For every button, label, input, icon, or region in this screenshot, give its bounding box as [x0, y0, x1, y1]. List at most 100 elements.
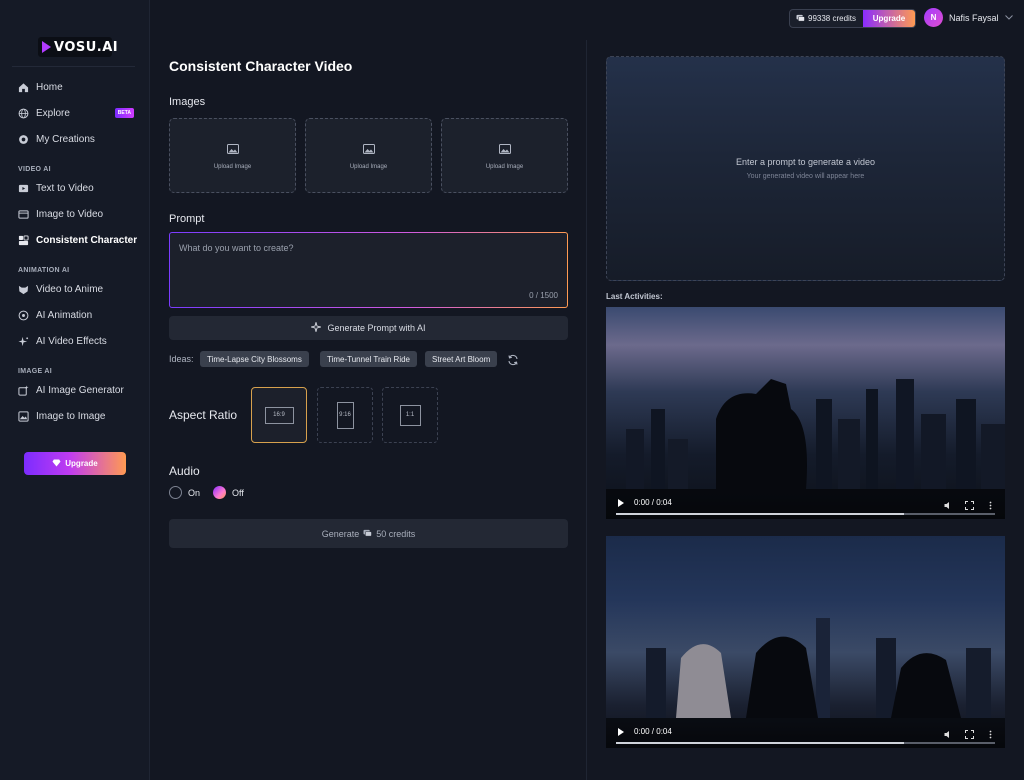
audio-label: Audio: [169, 464, 200, 478]
video-progress[interactable]: [616, 513, 995, 515]
user-name: Nafis Faysal: [949, 12, 999, 23]
sidebar-item-label: AI Video Effects: [36, 335, 107, 347]
prompt-input[interactable]: [179, 243, 558, 283]
generate-prompt-label: Generate Prompt with AI: [327, 323, 426, 333]
sidebar-item-label: AI Image Generator: [36, 384, 124, 396]
sidebar-item-label: Video to Anime: [36, 283, 104, 295]
video-progress[interactable]: [616, 742, 995, 744]
activity-video-2[interactable]: 0:00 / 0:04: [606, 536, 1005, 748]
sparkle-icon: [18, 336, 29, 347]
sidebar-item-ai-animation[interactable]: AI Animation: [12, 304, 140, 326]
upload-image-slot-1[interactable]: Upload Image: [169, 118, 296, 193]
generate-cost: 50 credits: [376, 528, 416, 539]
sidebar-item-ai-image-generator[interactable]: AI Image Generator: [12, 379, 140, 401]
fullscreen-icon[interactable]: [965, 726, 974, 739]
sidebar-upgrade-button[interactable]: Upgrade: [24, 452, 126, 475]
audio-off-radio[interactable]: Off: [213, 486, 244, 499]
brand-logo[interactable]: VOSU.AI: [38, 37, 118, 57]
upload-label: Upload Image: [213, 164, 252, 170]
idea-chip[interactable]: Street Art Bloom: [425, 351, 498, 367]
generate-prompt-button[interactable]: Generate Prompt with AI: [169, 316, 568, 340]
video-preview-area: Enter a prompt to generate a video Your …: [606, 56, 1005, 281]
idea-chip[interactable]: Time-Lapse City Blossoms: [200, 351, 309, 367]
sidebar-item-home[interactable]: Home: [12, 76, 140, 98]
image-icon: [362, 141, 375, 159]
radio-indicator-selected: [213, 486, 226, 499]
sidebar-item-image-to-image[interactable]: Image to Image: [12, 405, 140, 427]
logo-play-icon: [42, 41, 51, 53]
image-gen-icon: [18, 384, 29, 396]
audio-on-label: On: [188, 487, 201, 498]
user-menu[interactable]: N Nafis Faysal: [924, 8, 1013, 27]
upload-image-slot-3[interactable]: Upload Image: [441, 118, 568, 193]
aspect-ratio-label: Aspect Ratio: [169, 408, 238, 422]
control-icons: [944, 726, 995, 739]
image-icon: [226, 141, 239, 159]
image-video-icon: [18, 209, 29, 220]
video-time: 0:00 / 0:04: [634, 498, 672, 507]
section-image-ai: IMAGE AI: [18, 368, 53, 375]
generate-label: Generate: [321, 528, 360, 539]
sidebar-item-label: AI Animation: [36, 309, 93, 321]
refresh-icon[interactable]: [507, 353, 519, 366]
sidebar-item-label: Text to Video: [36, 182, 94, 194]
aspect-option-1-1[interactable]: 1:1: [382, 387, 438, 443]
play-icon[interactable]: [618, 499, 624, 507]
aspect-option-9-16[interactable]: 9:16: [317, 387, 373, 443]
volume-icon[interactable]: [944, 497, 953, 509]
volume-icon[interactable]: [944, 726, 953, 738]
credits-text: 99338 credits: [808, 14, 857, 23]
sidebar-divider: [12, 66, 135, 67]
credits-pill: 99338 credits Upgrade: [789, 9, 916, 28]
video-progress-fill: [616, 742, 905, 744]
animation-icon: [18, 310, 29, 321]
aspect-option-16-9[interactable]: 16:9: [251, 387, 307, 443]
anime-icon: [18, 284, 29, 295]
prompt-box: 0 / 1500: [169, 232, 568, 308]
sidebar-item-text-to-video[interactable]: Text to Video: [12, 177, 140, 199]
char-count: 0 / 1500: [529, 291, 558, 300]
sidebar-item-consistent-character[interactable]: Consistent Character: [12, 229, 140, 251]
panel-divider: [586, 40, 587, 780]
sidebar-item-ai-video-effects[interactable]: AI Video Effects: [12, 330, 140, 352]
sidebar-item-video-to-anime[interactable]: Video to Anime: [12, 278, 140, 300]
sidebar-item-explore[interactable]: Explore BETA: [12, 102, 140, 124]
character-icon: [18, 234, 29, 246]
image-image-icon: [18, 410, 29, 422]
chevron-down-icon: [1004, 13, 1013, 22]
more-vertical-icon[interactable]: [986, 726, 995, 739]
diamond-icon: [52, 458, 61, 469]
header-upgrade-button[interactable]: Upgrade: [863, 10, 915, 27]
play-icon[interactable]: [618, 728, 624, 736]
fullscreen-icon[interactable]: [965, 497, 974, 510]
creations-icon: [18, 134, 29, 145]
sidebar: VOSU.AI Home Explore BETA My Creations V…: [0, 0, 150, 780]
aspect-label: 16:9: [264, 406, 294, 424]
avatar: N: [924, 8, 943, 27]
sidebar-item-label: Consistent Character: [36, 234, 138, 246]
idea-chip[interactable]: Time-Tunnel Train Ride: [320, 351, 417, 367]
preview-subtitle: Your generated video will appear here: [746, 173, 865, 180]
sidebar-item-image-to-video[interactable]: Image to Video: [12, 203, 140, 225]
logo-text: VOSU.AI: [54, 39, 119, 55]
video-thumbnail-1: [626, 379, 1005, 489]
sidebar-item-label: Image to Video: [36, 208, 104, 220]
activity-video-1[interactable]: 0:00 / 0:04: [606, 307, 1005, 519]
audio-off-label: Off: [232, 487, 244, 498]
images-label: Images: [169, 96, 206, 108]
text-video-icon: [18, 183, 29, 194]
generate-button[interactable]: Generate 50 credits: [169, 519, 568, 548]
home-icon: [18, 82, 29, 93]
section-animation-ai: ANIMATION AI: [18, 267, 70, 274]
prompt-inner: 0 / 1500: [170, 233, 567, 307]
more-vertical-icon[interactable]: [986, 497, 995, 510]
audio-on-radio[interactable]: On: [169, 486, 200, 499]
prompt-label: Prompt: [169, 213, 205, 225]
ideas-label: Ideas:: [169, 354, 194, 364]
upload-image-slot-2[interactable]: Upload Image: [305, 118, 432, 193]
sidebar-item-label: Home: [36, 81, 63, 93]
image-icon: [498, 141, 511, 159]
sidebar-item-my-creations[interactable]: My Creations: [12, 128, 140, 150]
page-title: Consistent Character Video: [169, 58, 353, 74]
coins-icon: [363, 529, 373, 539]
